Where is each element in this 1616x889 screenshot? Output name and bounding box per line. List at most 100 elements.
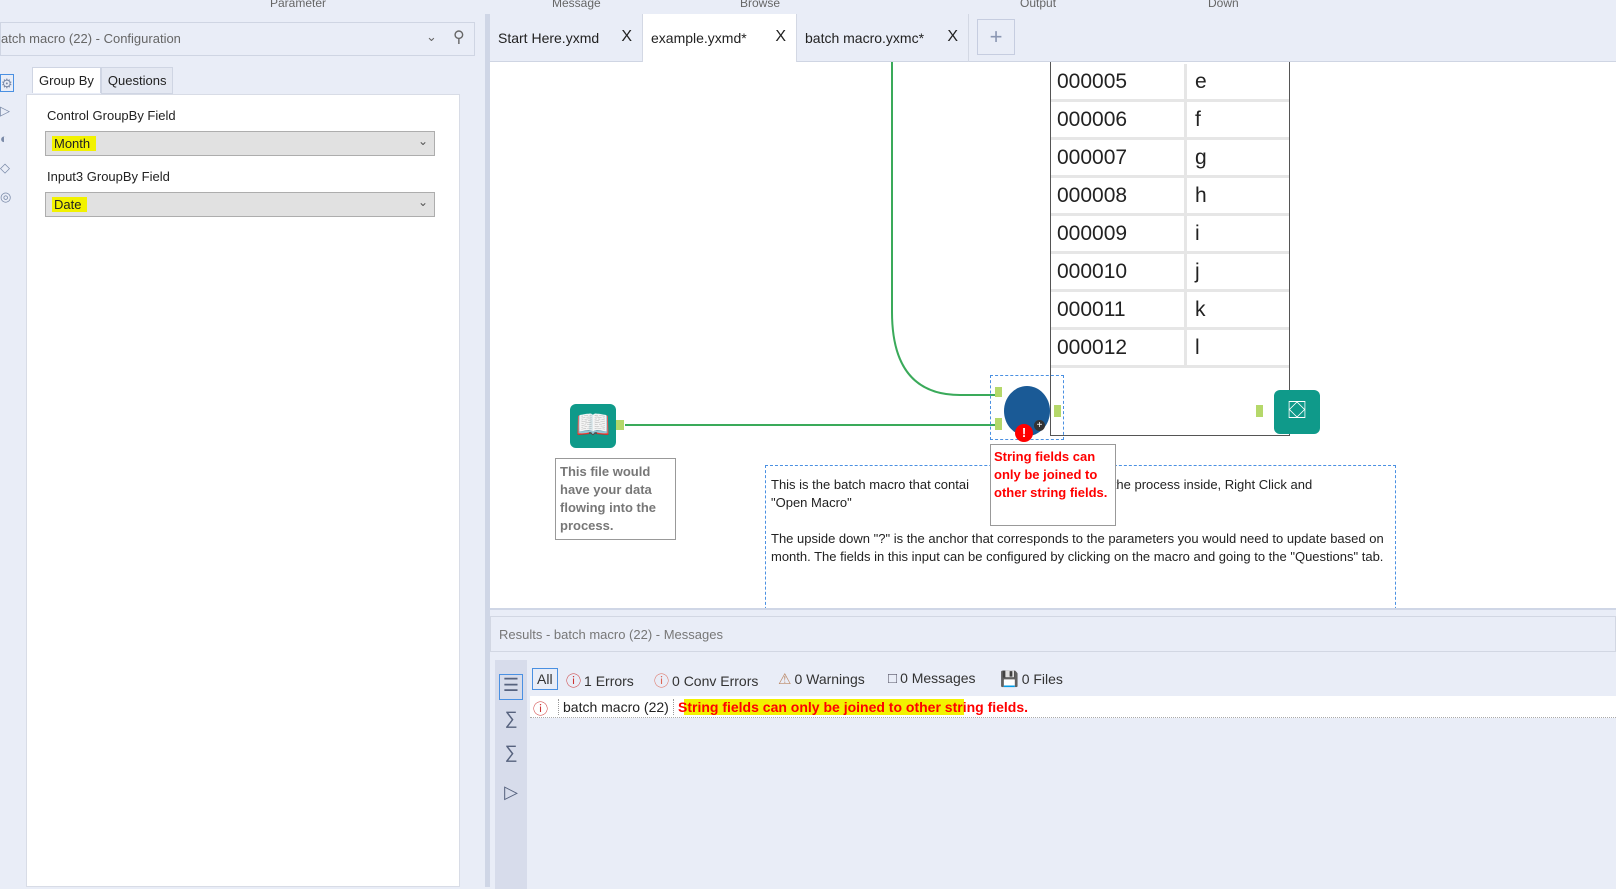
close-icon[interactable]: X	[775, 28, 786, 46]
close-icon[interactable]: X	[947, 28, 958, 46]
sigma-question-icon[interactable]: ∑	[499, 708, 523, 734]
ribbon-label-down[interactable]: Down	[1208, 0, 1239, 10]
filter-conv-errors[interactable]: ⓘ 0 Conv Errors	[654, 670, 758, 691]
message-icon: □	[888, 670, 898, 687]
filter-all[interactable]: All	[532, 668, 558, 690]
diamond-icon[interactable]: ◇	[0, 159, 14, 177]
table-cell-id: 000009	[1057, 222, 1128, 245]
output-anchor[interactable]	[616, 420, 624, 430]
configuration-panel: atch macro (22) - Configuration ⌄ ⚲ ⚙ ▷ …	[0, 14, 485, 887]
table-cell-value: e	[1184, 64, 1289, 99]
new-tab-button[interactable]: +	[977, 19, 1015, 55]
tag-icon[interactable]: ▷	[0, 102, 14, 120]
filter-label: 0 Conv Errors	[672, 673, 759, 689]
filter-label: 1 Errors	[584, 673, 634, 689]
tab-example[interactable]: example.yxmd* X	[643, 14, 797, 62]
error-icon: ⓘ	[566, 673, 582, 690]
chevron-down-icon: ⌄	[417, 134, 428, 148]
input-data-tool-icon[interactable]: 📖	[570, 404, 616, 448]
configuration-header: atch macro (22) - Configuration ⌄ ⚲	[0, 22, 475, 56]
browse-tool-binoculars-icon[interactable]: ⛋	[1274, 390, 1320, 434]
connection-line	[891, 62, 995, 396]
table-row: 000008 h	[1051, 178, 1289, 216]
conv-error-icon: ⓘ	[654, 673, 670, 690]
ribbon-label-output[interactable]: Output	[1020, 0, 1056, 10]
table-cell-value: j	[1184, 254, 1289, 289]
table-cell-id: 000012	[1057, 336, 1128, 359]
ribbon-label-parameter[interactable]: Parameter	[270, 0, 326, 10]
gear-icon[interactable]: ⚙	[0, 74, 14, 92]
input-anchor[interactable]	[995, 387, 1002, 397]
table-row: 000007 g	[1051, 140, 1289, 178]
control-groupby-dropdown[interactable]: Month ⌄	[45, 131, 435, 156]
tag-icon[interactable]: ▷	[499, 782, 523, 808]
chevron-down-icon[interactable]: ⌄	[426, 29, 437, 45]
plus-icon: +	[1034, 420, 1045, 431]
table-cell-id: 000010	[1057, 260, 1128, 283]
target-icon[interactable]: ◎	[0, 188, 14, 206]
table-row: 000011 k	[1051, 292, 1289, 330]
table-cell-id: 000008	[1057, 184, 1128, 207]
tab-label: Start Here.yxmd	[498, 30, 600, 46]
filter-files[interactable]: 💾 0 Files	[1000, 670, 1063, 688]
config-tabs: Group By Questions	[32, 67, 174, 94]
data-table: 000005 e 000006 f 000007 g 000008 h 000009 i 00001…	[1050, 62, 1290, 436]
filter-label: 0 Files	[1021, 671, 1063, 687]
results-sidebar: ☰ ∑ ∑ ▷	[495, 660, 527, 889]
table-row: 000010 j	[1051, 254, 1289, 292]
message-tool: batch macro (22)	[558, 699, 669, 715]
error-icon: ⓘ	[533, 701, 549, 718]
table-row: 000006 f	[1051, 102, 1289, 140]
group-by-form: Control GroupBy Field Month ⌄ Input3 Gro…	[26, 94, 460, 887]
input3-groupby-value: Date	[52, 197, 88, 212]
control-groupby-value: Month	[52, 136, 97, 151]
table-cell-value: h	[1184, 178, 1289, 213]
table-cell-value: f	[1184, 102, 1289, 137]
close-icon[interactable]: X	[621, 28, 632, 46]
tab-questions[interactable]: Questions	[100, 67, 174, 94]
sigma-icon[interactable]: ∑	[499, 742, 523, 768]
table-cell-value: i	[1184, 216, 1289, 251]
table-cell-id: 000005	[1057, 70, 1128, 93]
table-row: 000009 i	[1051, 216, 1289, 254]
tab-group-by[interactable]: Group By	[32, 67, 101, 93]
tab-label: example.yxmd*	[651, 30, 747, 46]
input-note[interactable]: This file would have your data flowing i…	[555, 458, 676, 540]
input3-groupby-dropdown[interactable]: Date ⌄	[45, 192, 435, 217]
table-cell-value: g	[1184, 140, 1289, 175]
results-title: Results - batch macro (22) - Messages	[490, 616, 1616, 652]
table-cell-id: 000007	[1057, 146, 1128, 169]
filter-errors[interactable]: ⓘ 1 Errors	[566, 670, 634, 691]
file-icon: 💾	[1000, 671, 1019, 688]
workflow-canvas[interactable]: 000005 e 000006 f 000007 g 000008 h 000009 i 00001…	[490, 62, 1616, 608]
chevron-down-icon: ⌄	[417, 195, 428, 209]
tab-start-here[interactable]: Start Here.yxmd X	[490, 14, 643, 62]
table-cell-value: k	[1184, 292, 1289, 327]
warning-icon: ⚠	[778, 671, 792, 688]
comment-line-1: This is the batch macro that contai	[771, 477, 969, 492]
document-tabs: Start Here.yxmd X example.yxmd* X batch ma…	[490, 14, 1616, 62]
tab-batch-macro[interactable]: batch macro.yxmc* X	[797, 14, 969, 62]
input-anchor[interactable]	[995, 418, 1002, 430]
filter-warnings[interactable]: ⚠ 0 Warnings	[778, 670, 865, 688]
filter-messages[interactable]: □ 0 Messages	[888, 670, 976, 687]
error-icon: !	[1015, 424, 1033, 442]
message-row[interactable]: ⓘ batch macro (22) String fields can onl…	[530, 696, 1616, 718]
filter-label: 0 Warnings	[794, 671, 865, 687]
results-messages: All ⓘ 1 Errors ⓘ 0 Conv Errors ⚠ 0 Warnings…	[530, 660, 1616, 889]
message-text: String fields can only be joined to othe…	[673, 699, 1029, 715]
output-anchor[interactable]	[1054, 405, 1061, 417]
tab-label: batch macro.yxmc*	[805, 30, 925, 46]
list-view-icon[interactable]: ☰	[499, 674, 523, 700]
ribbon-label-browse[interactable]: Browse	[740, 0, 780, 10]
comment-line-3: The upside down "?" is the anchor that c…	[771, 531, 1384, 564]
ribbon-label-message[interactable]: Message	[552, 0, 601, 10]
configuration-title: atch macro (22) - Configuration	[1, 31, 181, 46]
pin-icon[interactable]: ⚲	[453, 27, 465, 47]
table-cell-id: 000011	[1057, 298, 1126, 321]
circle-icon[interactable]: ◐	[0, 130, 14, 148]
table-cell-id: 000006	[1057, 108, 1128, 131]
table-cell-value: l	[1184, 330, 1289, 365]
input-anchor[interactable]	[1256, 405, 1263, 417]
error-tooltip: String fields can only be joined to othe…	[990, 444, 1116, 526]
